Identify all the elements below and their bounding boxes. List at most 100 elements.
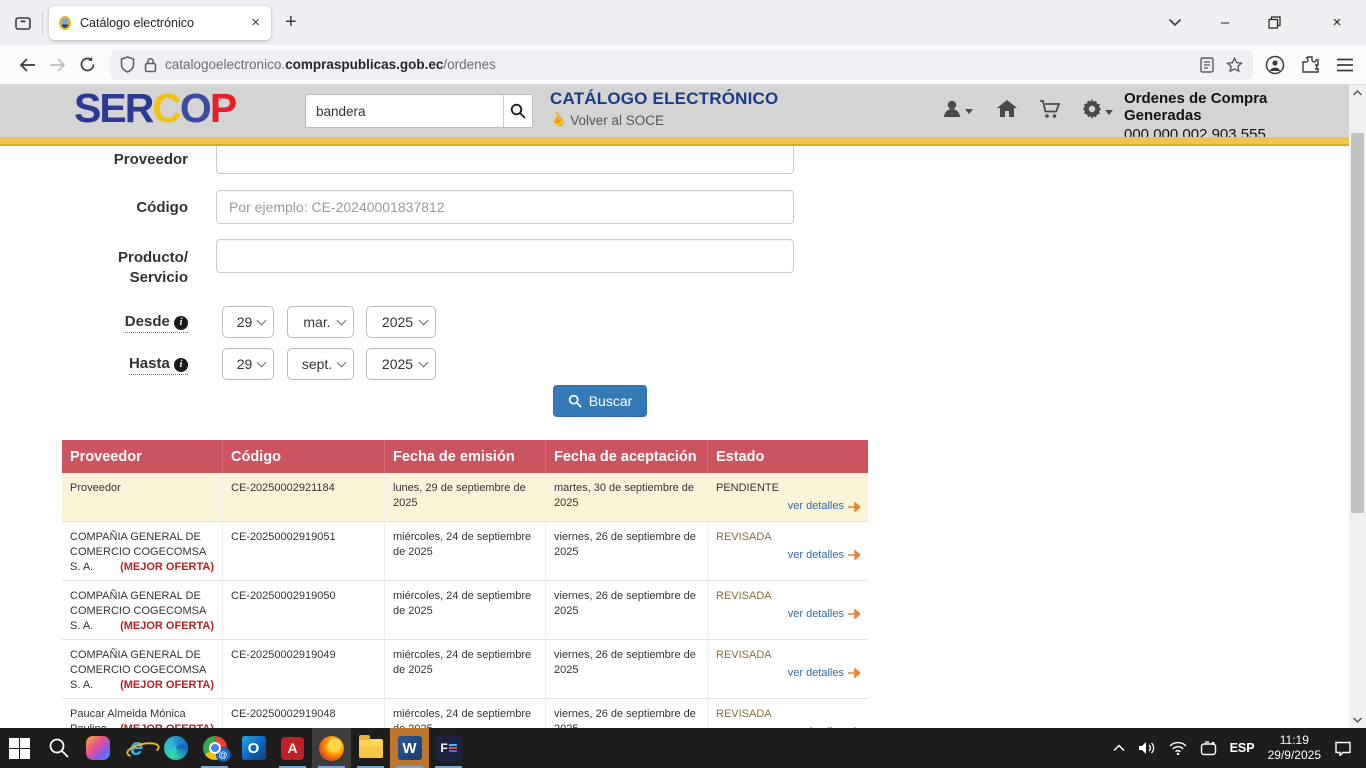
order-search-form: Proveedor Código Producto/Servicio Desde… bbox=[0, 146, 1349, 500]
minimize-button[interactable]: – bbox=[1212, 14, 1238, 31]
tray-time: 11:19 bbox=[1268, 733, 1321, 748]
sercop-logo[interactable]: SERCOP bbox=[74, 85, 235, 132]
header-accent-bar bbox=[0, 137, 1349, 146]
bookmark-star-icon[interactable] bbox=[1226, 57, 1243, 73]
firefox-icon[interactable] bbox=[312, 728, 351, 768]
info-icon[interactable]: i bbox=[174, 358, 188, 372]
header-search-box bbox=[305, 94, 533, 128]
cell-codigo: CE-20250002919049 bbox=[223, 640, 385, 698]
new-tab-button[interactable]: + bbox=[285, 11, 297, 34]
cell-aceptacion: viernes, 26 de septiembre de 2025 bbox=[546, 699, 708, 728]
clock[interactable]: 11:19 29/9/2025 bbox=[1268, 733, 1321, 763]
start-button[interactable] bbox=[0, 728, 39, 768]
cell-codigo: CE-20250002919050 bbox=[223, 581, 385, 639]
cell-proveedor: COMPAÑIA GENERAL DE COMERCIO COGECOMSA S… bbox=[62, 581, 223, 639]
browser-navbar: catalogoelectronico.compraspublicas.gob.… bbox=[0, 45, 1366, 85]
wifi-icon[interactable] bbox=[1169, 741, 1187, 755]
ver-detalles-link[interactable]: ver detalles bbox=[788, 548, 860, 563]
back-icon[interactable] bbox=[12, 50, 42, 80]
tab-favicon bbox=[57, 15, 73, 31]
copilot-icon[interactable] bbox=[78, 728, 117, 768]
table-row: COMPAÑIA GENERAL DE COMERCIO COGECOMSA S… bbox=[62, 581, 868, 640]
scroll-up-icon[interactable] bbox=[1349, 85, 1366, 101]
scrollbar-thumb[interactable] bbox=[1351, 133, 1364, 513]
scroll-down-icon[interactable] bbox=[1349, 712, 1366, 728]
site-title: CATÁLOGO ELECTRÓNICO bbox=[550, 89, 778, 109]
hand-pointer-icon: ☝ bbox=[547, 109, 569, 131]
desde-month-select[interactable]: mar. bbox=[287, 306, 354, 338]
tab-title: Catálogo electrónico bbox=[80, 16, 248, 30]
header-search-input[interactable] bbox=[306, 95, 503, 127]
reload-icon[interactable] bbox=[72, 50, 102, 80]
screen-capture-icon[interactable] bbox=[1200, 741, 1217, 756]
edge-icon[interactable] bbox=[156, 728, 195, 768]
cell-proveedor: COMPAÑIA GENERAL DE COMERCIO COGECOMSA S… bbox=[62, 640, 223, 698]
tab-close-icon[interactable]: × bbox=[248, 14, 263, 31]
url-text: catalogoelectronico.compraspublicas.gob.… bbox=[165, 57, 496, 72]
proveedor-label: Proveedor bbox=[58, 151, 188, 168]
desde-label: Desde i bbox=[58, 313, 188, 330]
language-indicator[interactable]: ESP bbox=[1230, 741, 1255, 755]
close-window-button[interactable]: × bbox=[1324, 14, 1350, 31]
cell-proveedor: COMPAÑIA GENERAL DE COMERCIO COGECOMSA S… bbox=[62, 522, 223, 580]
desde-year-select[interactable]: 2025 bbox=[366, 306, 436, 338]
site-header: SERCOP CATÁLOGO ELECTRÓNICO ☝Volver al S… bbox=[0, 85, 1349, 137]
info-icon[interactable]: i bbox=[174, 316, 188, 330]
estado-badge: REVISADA bbox=[716, 590, 772, 602]
shield-icon[interactable] bbox=[120, 56, 135, 73]
firefox-view-icon[interactable] bbox=[8, 8, 38, 38]
tray-chevron-up-icon[interactable] bbox=[1113, 744, 1125, 752]
internet-explorer-icon[interactable]: e bbox=[117, 728, 156, 768]
tab-list-chevron-icon[interactable] bbox=[1168, 18, 1182, 27]
user-menu-button[interactable] bbox=[942, 99, 973, 118]
arrow-right-icon bbox=[848, 609, 860, 619]
notifications-icon[interactable] bbox=[1334, 741, 1352, 756]
cell-codigo: CE-20250002919048 bbox=[223, 699, 385, 728]
account-icon[interactable] bbox=[1265, 55, 1285, 75]
tray-date: 29/9/2025 bbox=[1268, 748, 1321, 763]
buscar-button[interactable]: Buscar bbox=[553, 385, 647, 417]
orders-generated-block: Ordenes de Compra Generadas 000.000.002.… bbox=[1124, 90, 1349, 143]
file-explorer-icon[interactable] bbox=[351, 728, 390, 768]
table-row: Paucar Almeida Mónica Paulina (MEJOR OFE… bbox=[62, 699, 868, 728]
volume-icon[interactable] bbox=[1138, 741, 1156, 755]
ver-detalles-link[interactable]: ver detalles bbox=[788, 666, 860, 681]
f-app-icon[interactable]: F bbox=[429, 728, 468, 768]
mejor-oferta-badge: (MEJOR OFERTA) bbox=[120, 678, 214, 693]
forward-icon[interactable] bbox=[42, 50, 72, 80]
chevron-down-icon bbox=[419, 358, 429, 368]
header-search-button[interactable] bbox=[503, 95, 532, 127]
browser-tab[interactable]: Catálogo electrónico × bbox=[49, 6, 271, 40]
lock-icon[interactable] bbox=[144, 57, 157, 73]
outlook-icon[interactable]: O bbox=[234, 728, 273, 768]
settings-menu-button[interactable] bbox=[1082, 99, 1113, 119]
codigo-input[interactable] bbox=[216, 190, 794, 224]
cart-button[interactable] bbox=[1039, 99, 1061, 119]
windows-logo-icon bbox=[9, 738, 30, 759]
hasta-year-select[interactable]: 2025 bbox=[366, 348, 436, 380]
desde-day-select[interactable]: 29 bbox=[222, 306, 274, 338]
codigo-label: Código bbox=[58, 199, 188, 216]
ver-detalles-link[interactable]: ver detalles bbox=[788, 607, 860, 622]
word-icon[interactable]: W bbox=[390, 728, 429, 768]
page-scrollbar[interactable] bbox=[1349, 85, 1366, 728]
menu-hamburger-icon[interactable] bbox=[1336, 58, 1354, 72]
url-bar[interactable]: catalogoelectronico.compraspublicas.gob.… bbox=[110, 50, 1253, 80]
ver-detalles-link[interactable]: ver detalles bbox=[788, 499, 860, 514]
chevron-down-icon bbox=[337, 316, 347, 326]
hasta-day-select[interactable]: 29 bbox=[222, 348, 274, 380]
home-button[interactable] bbox=[996, 99, 1018, 118]
caret-down-icon bbox=[965, 109, 973, 114]
caret-down-icon bbox=[1105, 110, 1113, 115]
chrome-icon[interactable]: @ bbox=[195, 728, 234, 768]
reader-mode-icon[interactable] bbox=[1200, 57, 1214, 73]
hasta-month-select[interactable]: sept. bbox=[287, 348, 354, 380]
taskbar-search-button[interactable] bbox=[39, 728, 78, 768]
titlebar-separator bbox=[42, 12, 43, 34]
restore-button[interactable] bbox=[1268, 16, 1294, 29]
windows-taskbar: e @ O A W F ESP 11:19 29/9/2025 bbox=[0, 728, 1366, 768]
acrobat-icon[interactable]: A bbox=[273, 728, 312, 768]
volver-soce-link[interactable]: ☝Volver al SOCE bbox=[550, 112, 778, 128]
extensions-puzzle-icon[interactable] bbox=[1301, 55, 1320, 74]
producto-servicio-input[interactable] bbox=[216, 239, 794, 273]
